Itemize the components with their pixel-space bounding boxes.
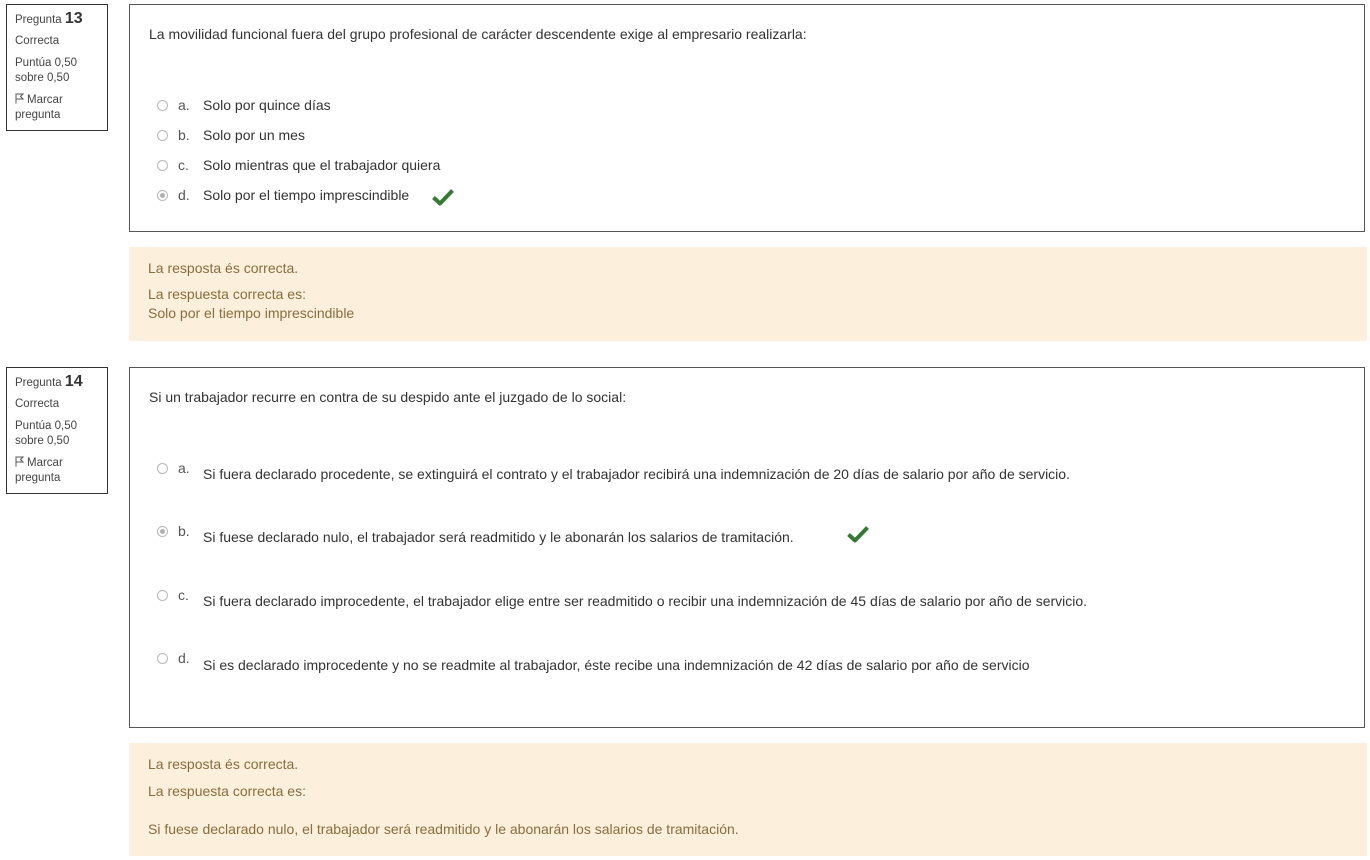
option-letter: a. <box>178 97 190 113</box>
flag-question-link[interactable]: Marcar pregunta <box>15 456 99 486</box>
question-state: Correcta <box>15 35 60 47</box>
flag-icon <box>15 93 27 106</box>
option-letter: c. <box>178 587 189 603</box>
question-label: Pregunta <box>15 377 62 389</box>
question-number: Pregunta 14 <box>15 374 99 391</box>
flag-label[interactable]: pregunta <box>15 471 99 486</box>
question-number-value: 14 <box>64 373 83 390</box>
option-letter: d. <box>178 187 190 203</box>
radio-button[interactable] <box>157 653 168 664</box>
feedback-result: La resposta és correcta. <box>148 260 299 276</box>
radio-button[interactable] <box>157 100 168 111</box>
flag-label[interactable]: pregunta <box>15 108 99 123</box>
question-number-value: 13 <box>64 10 83 27</box>
radio-button[interactable] <box>157 160 168 171</box>
option-text: Si fuese declarado nulo, el trabajador s… <box>203 529 794 545</box>
question-info-14: Pregunta 14 Correcta Puntúa 0,50 sobre 0… <box>6 367 108 494</box>
grade-line: sobre 0,50 <box>15 435 70 447</box>
question-content-14: Si un trabajador recurre en contra de su… <box>129 367 1365 728</box>
radio-button[interactable] <box>157 130 168 141</box>
radio-button-selected[interactable] <box>157 526 168 537</box>
option-text: Si fuera declarado procedente, se exting… <box>203 466 1070 482</box>
question-state: Correcta <box>15 398 60 410</box>
option-letter: b. <box>178 127 190 143</box>
grade-line: Puntúa 0,50 <box>15 57 78 69</box>
flag-label[interactable]: Marcar <box>27 94 63 106</box>
option-text: Si es declarado improcedente y no se rea… <box>203 657 1030 673</box>
feedback-panel-13: La resposta és correcta. La respuesta co… <box>129 247 1367 341</box>
question-grade: Puntúa 0,50 sobre 0,50 <box>15 419 99 449</box>
option-text: Solo por un mes <box>203 127 305 143</box>
option-letter: c. <box>178 157 189 173</box>
flag-question-link[interactable]: Marcar pregunta <box>15 93 99 123</box>
option-text: Si fuera declarado improcedente, el trab… <box>203 593 1088 609</box>
question-content-13: La movilidad funcional fuera del grupo p… <box>129 4 1365 232</box>
option-letter: b. <box>178 523 190 539</box>
checkmark-icon <box>847 525 869 546</box>
right-answer-text: Solo por el tiempo imprescindible <box>148 305 355 321</box>
option-text: Solo por el tiempo imprescindible <box>203 187 410 203</box>
right-answer-label: La respuesta correcta es: <box>148 286 306 302</box>
question-label: Pregunta <box>15 14 62 26</box>
radio-button[interactable] <box>157 590 168 601</box>
option-letter: d. <box>178 650 190 666</box>
question-text: Si un trabajador recurre en contra de su… <box>149 389 627 405</box>
grade-line: sobre 0,50 <box>15 72 70 84</box>
feedback-result: La resposta és correcta. <box>148 756 299 772</box>
grade-line: Puntúa 0,50 <box>15 420 78 432</box>
question-grade: Puntúa 0,50 sobre 0,50 <box>15 56 99 86</box>
checkmark-icon <box>432 188 454 209</box>
question-number: Pregunta 13 <box>15 11 99 28</box>
flag-label[interactable]: Marcar <box>27 457 63 469</box>
option-text: Solo por quince días <box>203 97 331 113</box>
option-text: Solo mientras que el trabajador quiera <box>203 157 441 173</box>
right-answer-text: Si fuese declarado nulo, el trabajador s… <box>148 821 739 837</box>
question-text: La movilidad funcional fuera del grupo p… <box>149 26 807 42</box>
radio-button[interactable] <box>157 463 168 474</box>
right-answer-label: La respuesta correcta es: <box>148 783 306 799</box>
feedback-panel-14: La resposta és correcta. La respuesta co… <box>129 743 1367 856</box>
radio-button-selected[interactable] <box>157 190 168 201</box>
question-info-13: Pregunta 13 Correcta Puntúa 0,50 sobre 0… <box>6 4 108 131</box>
flag-icon <box>15 456 27 469</box>
option-letter: a. <box>178 460 190 476</box>
